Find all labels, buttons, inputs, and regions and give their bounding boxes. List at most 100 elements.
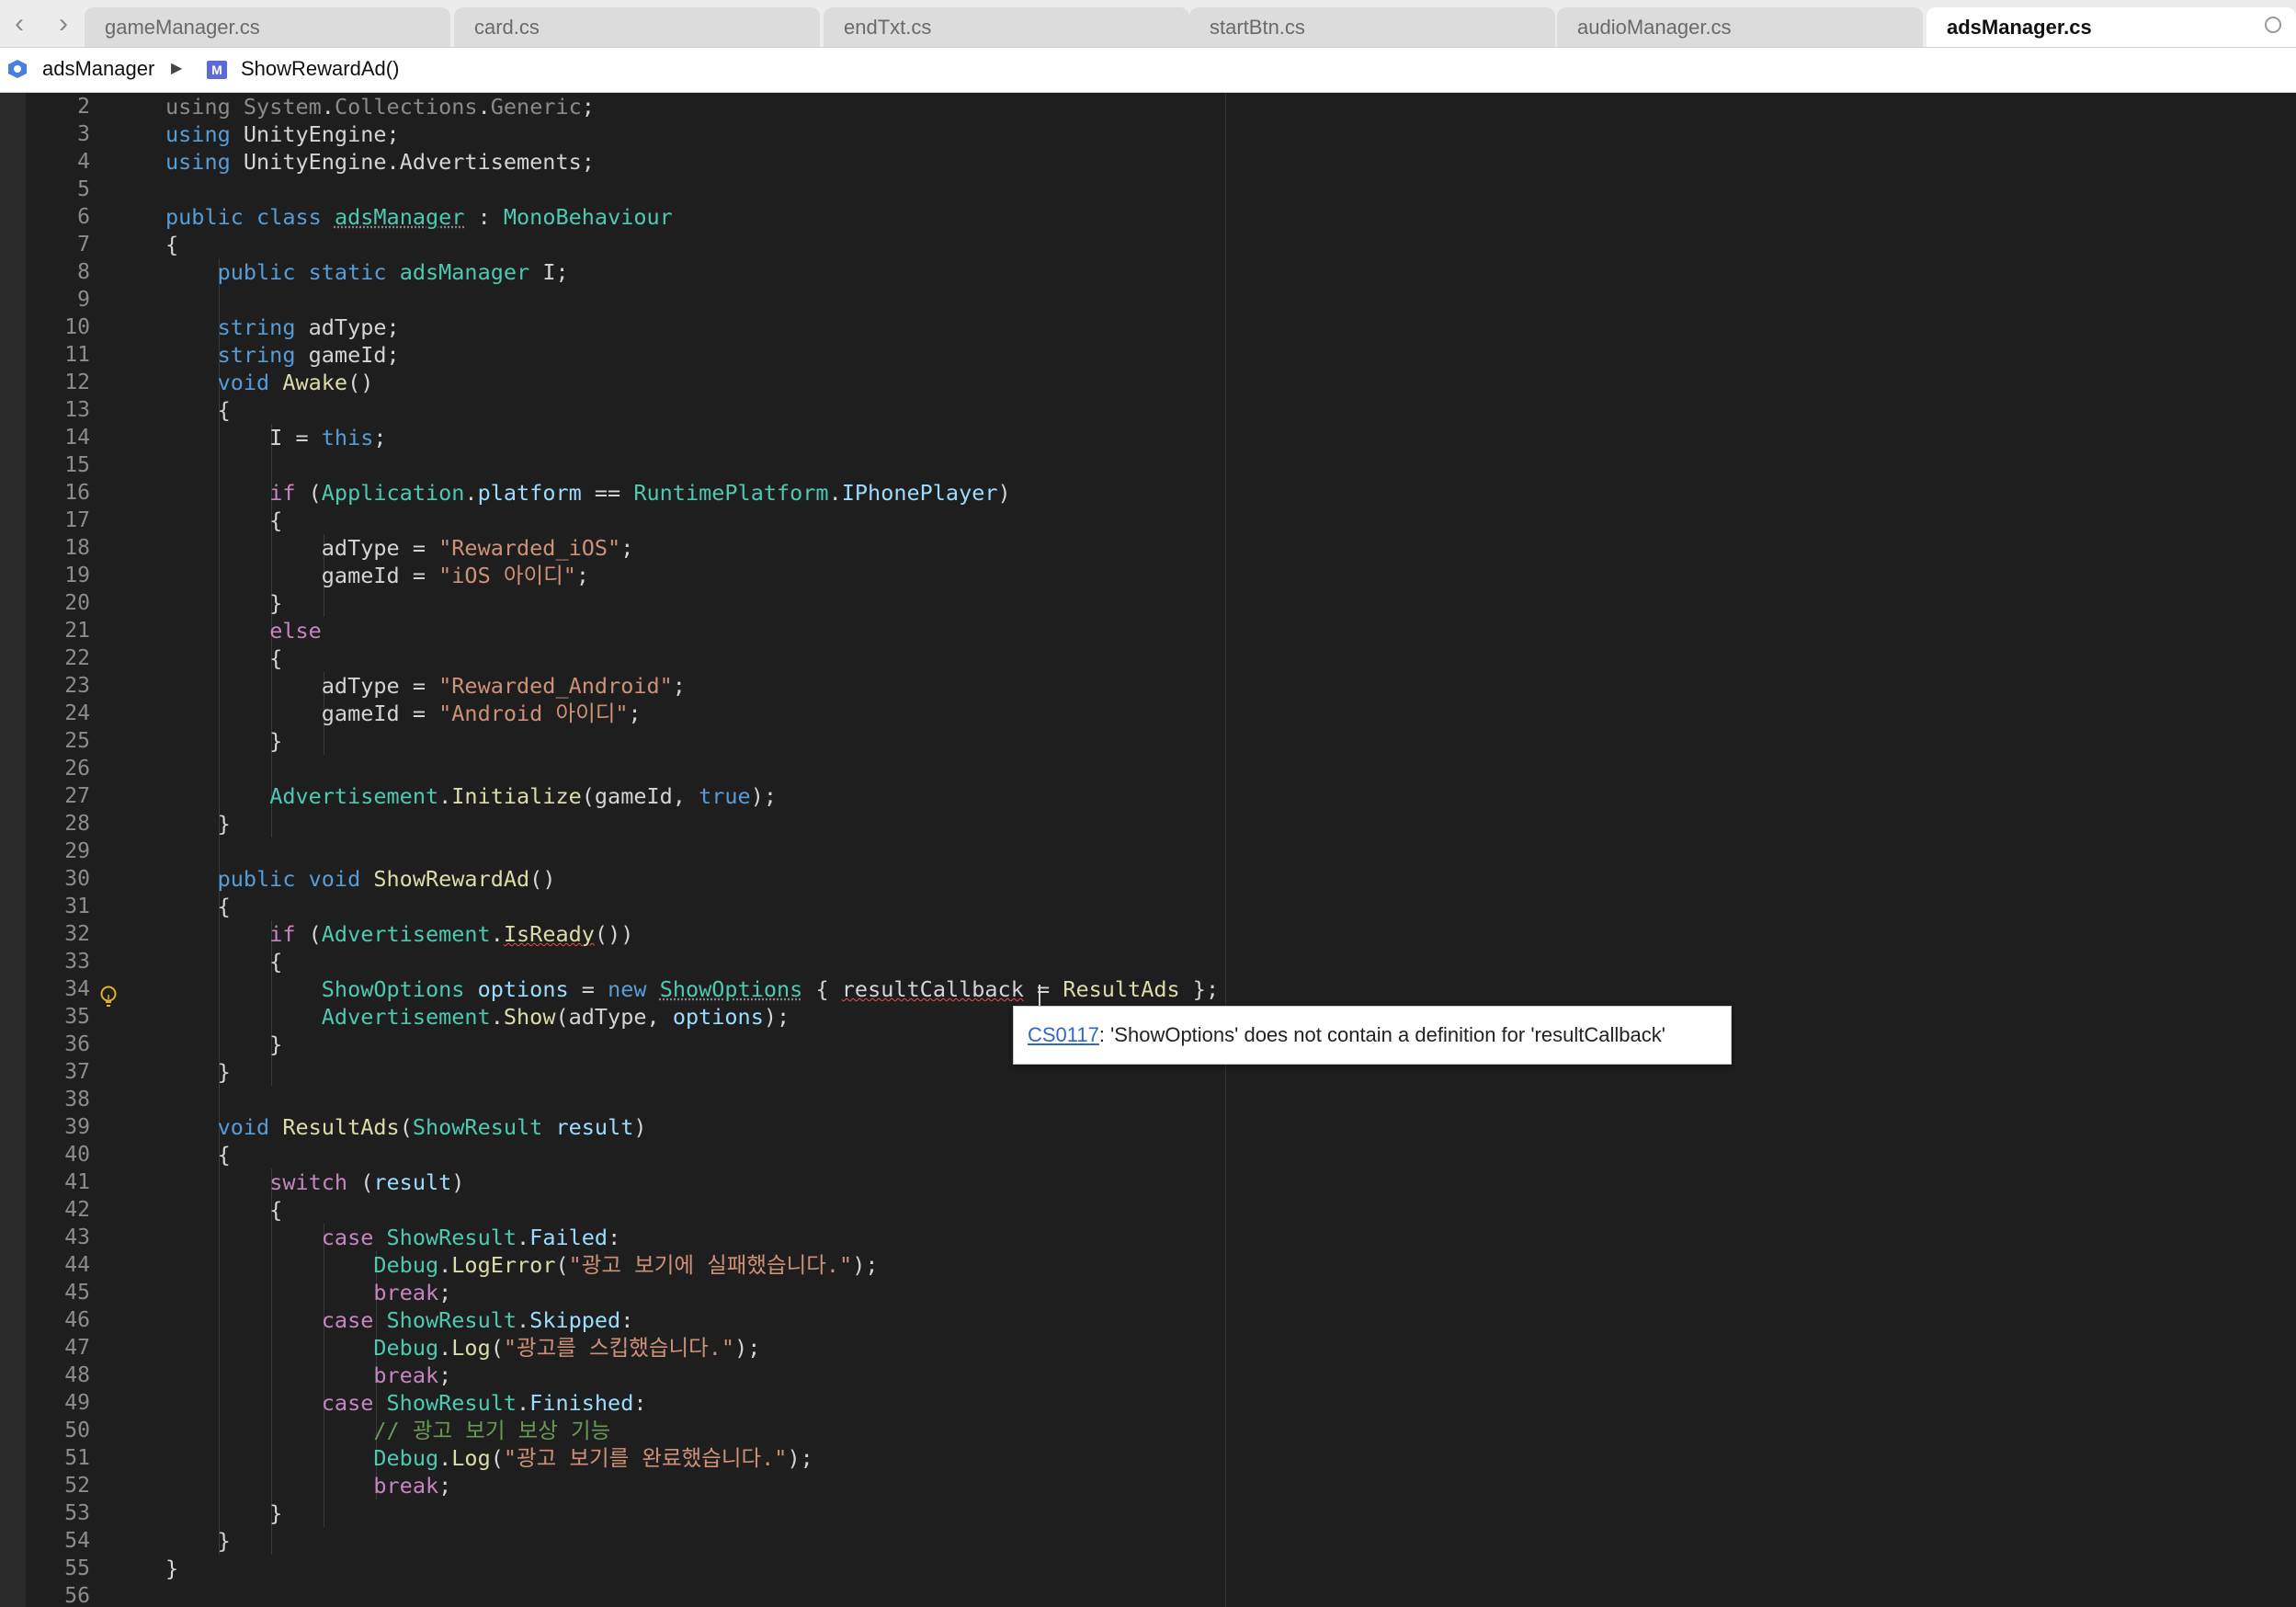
code-text[interactable]: case ShowResult.Failed: [165, 1224, 620, 1251]
code-text[interactable]: if (Application.platform == RuntimePlatf… [165, 479, 1011, 507]
code-text[interactable]: case ShowResult.Skipped: [165, 1306, 634, 1334]
code-text[interactable]: { [165, 396, 231, 424]
code-line[interactable]: 28 } [0, 810, 2296, 838]
code-line[interactable]: 38 [0, 1086, 2296, 1113]
code-line[interactable]: 42 { [0, 1196, 2296, 1224]
code-text[interactable]: ShowOptions options = new ShowOptions { … [165, 975, 1219, 1003]
code-text[interactable]: public static adsManager I; [165, 258, 569, 286]
code-text[interactable]: { [165, 1141, 231, 1168]
code-line[interactable]: 18 adType = "Rewarded_iOS"; [0, 534, 2296, 562]
code-text[interactable]: } [165, 727, 282, 755]
code-text[interactable]: // 광고 보기 보상 기능 [165, 1417, 610, 1444]
code-text[interactable]: gameId = "iOS 아이디"; [165, 562, 589, 589]
code-line[interactable]: 24 gameId = "Android 아이디"; [0, 700, 2296, 727]
tab-startbtn[interactable]: startBtn.cs [1189, 7, 1555, 47]
code-text[interactable]: } [165, 589, 282, 617]
code-text[interactable]: I = this; [165, 424, 386, 451]
code-text[interactable]: void ResultAds(ShowResult result) [165, 1113, 647, 1141]
code-line[interactable]: 16 if (Application.platform == RuntimePl… [0, 479, 2296, 507]
code-line[interactable]: 39 void ResultAds(ShowResult result) [0, 1113, 2296, 1141]
code-text[interactable]: { [165, 507, 282, 534]
code-text[interactable]: break; [165, 1279, 451, 1306]
code-text[interactable]: { [165, 1196, 282, 1224]
code-text[interactable]: adType = "Rewarded_iOS"; [165, 534, 634, 562]
code-line[interactable]: 53 } [0, 1499, 2296, 1527]
code-line[interactable]: 17 { [0, 507, 2296, 534]
code-line[interactable]: 44 Debug.LogError("광고 보기에 실패했습니다."); [0, 1251, 2296, 1279]
code-text[interactable]: break; [165, 1472, 451, 1499]
code-line[interactable]: 47 Debug.Log("광고를 스킵했습니다."); [0, 1334, 2296, 1362]
code-text[interactable]: public class adsManager : MonoBehaviour [165, 203, 673, 231]
code-text[interactable]: void Awake() [165, 369, 374, 396]
code-line[interactable]: 54 } [0, 1527, 2296, 1555]
code-line[interactable]: 10 string adType; [0, 313, 2296, 341]
code-line[interactable]: 11 string gameId; [0, 341, 2296, 369]
tab-card[interactable]: card.cs [454, 7, 820, 47]
code-text[interactable]: using System.Collections.Generic; [165, 93, 595, 120]
code-line[interactable]: 26 [0, 755, 2296, 782]
code-text[interactable]: } [165, 1031, 282, 1058]
code-line[interactable]: 20 } [0, 589, 2296, 617]
code-line[interactable]: 48 break; [0, 1362, 2296, 1389]
code-line[interactable]: 14 I = this; [0, 424, 2296, 451]
code-text[interactable]: Debug.LogError("광고 보기에 실패했습니다."); [165, 1251, 878, 1279]
error-code-link[interactable]: CS0117 [1028, 1023, 1099, 1046]
code-line[interactable]: 15 [0, 451, 2296, 479]
code-line[interactable]: 41 switch (result) [0, 1168, 2296, 1196]
code-line[interactable]: 43 case ShowResult.Failed: [0, 1224, 2296, 1251]
code-line[interactable]: 31 { [0, 893, 2296, 920]
code-text[interactable]: case ShowResult.Finished: [165, 1389, 647, 1417]
code-line[interactable]: 32 if (Advertisement.IsReady()) [0, 920, 2296, 948]
code-line[interactable]: 45 break; [0, 1279, 2296, 1306]
code-line[interactable]: 6 public class adsManager : MonoBehaviour [0, 203, 2296, 231]
code-text[interactable]: } [165, 810, 231, 838]
code-text[interactable]: } [165, 1527, 231, 1555]
code-line[interactable]: 22 { [0, 644, 2296, 672]
code-text[interactable]: using UnityEngine.Advertisements; [165, 148, 595, 176]
code-line[interactable]: 55} [0, 1555, 2296, 1582]
code-text[interactable]: Advertisement.Initialize(gameId, true); [165, 782, 777, 810]
tab-adsmanager[interactable]: adsManager.cs [1927, 7, 2296, 47]
code-line[interactable]: 50 // 광고 보기 보상 기능 [0, 1417, 2296, 1444]
code-line[interactable]: 56 [0, 1582, 2296, 1607]
code-line[interactable]: 2 using System.Collections.Generic; [0, 93, 2296, 120]
code-text[interactable]: adType = "Rewarded_Android"; [165, 672, 686, 700]
code-line[interactable]: 34 ShowOptions options = new ShowOptions… [0, 975, 2296, 1003]
code-text[interactable]: { [165, 948, 282, 975]
code-text[interactable]: Advertisement.Show(adType, options); [165, 1003, 790, 1031]
lightbulb-icon[interactable] [97, 984, 119, 1011]
code-line[interactable]: 52 break; [0, 1472, 2296, 1499]
unsaved-dot-icon[interactable] [2265, 17, 2281, 33]
code-text[interactable]: else [165, 617, 322, 644]
code-text[interactable]: gameId = "Android 아이디"; [165, 700, 642, 727]
code-line[interactable]: 8 public static adsManager I; [0, 258, 2296, 286]
code-text[interactable]: { [165, 231, 178, 258]
code-line[interactable]: 21 else [0, 617, 2296, 644]
code-text[interactable]: } [165, 1058, 231, 1086]
code-line[interactable]: 19 gameId = "iOS 아이디"; [0, 562, 2296, 589]
code-line[interactable]: 3 using UnityEngine; [0, 120, 2296, 148]
code-text[interactable]: switch (result) [165, 1168, 464, 1196]
breadcrumb-method[interactable]: ShowRewardAd() [241, 57, 399, 81]
code-text[interactable]: string gameId; [165, 341, 400, 369]
code-line[interactable]: 23 adType = "Rewarded_Android"; [0, 672, 2296, 700]
code-line[interactable]: 33 { [0, 948, 2296, 975]
code-text[interactable]: string adType; [165, 313, 400, 341]
code-text[interactable]: using UnityEngine; [165, 120, 400, 148]
code-line[interactable]: 40 { [0, 1141, 2296, 1168]
code-line[interactable]: 5 [0, 176, 2296, 203]
code-line[interactable]: 30 public void ShowRewardAd() [0, 865, 2296, 893]
code-text[interactable]: { [165, 644, 282, 672]
code-line[interactable]: 12 void Awake() [0, 369, 2296, 396]
code-line[interactable]: 7{ [0, 231, 2296, 258]
code-line[interactable]: 25 } [0, 727, 2296, 755]
code-text[interactable]: Debug.Log("광고 보기를 완료했습니다."); [165, 1444, 813, 1472]
code-line[interactable]: 9 [0, 286, 2296, 313]
code-text[interactable]: Debug.Log("광고를 스킵했습니다."); [165, 1334, 760, 1362]
code-line[interactable]: 49 case ShowResult.Finished: [0, 1389, 2296, 1417]
code-text[interactable]: } [165, 1555, 178, 1582]
breadcrumb-class[interactable]: adsManager [42, 57, 154, 81]
tab-gamemanager[interactable]: gameManager.cs [85, 7, 450, 47]
code-text[interactable]: public void ShowRewardAd() [165, 865, 556, 893]
code-line[interactable]: 46 case ShowResult.Skipped: [0, 1306, 2296, 1334]
